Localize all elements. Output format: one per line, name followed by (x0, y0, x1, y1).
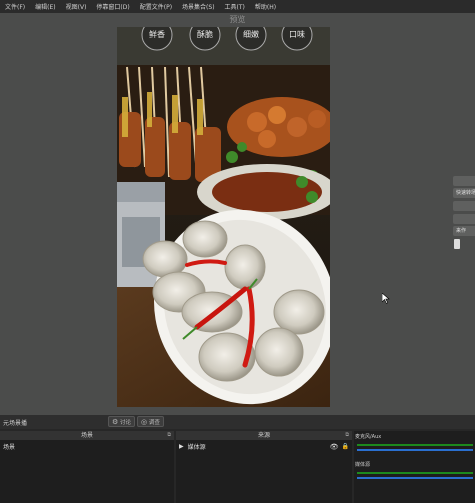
scenes-dock-title: 场景 ⧉ (0, 431, 174, 440)
lock-icon[interactable]: 🔒 (342, 443, 349, 450)
menu-file[interactable]: 文件(F) (0, 2, 30, 11)
mixer-dock: 麦克风/Aux 媒体源 (354, 431, 475, 503)
quick-transition-button[interactable]: 快速转场 (453, 188, 475, 198)
bowl-label-4: 口味 (289, 29, 305, 39)
transition-panel: 快速转场 来作 (453, 176, 475, 256)
source-item[interactable]: ▶ 媒体源 👁 🔒 (176, 440, 352, 453)
bottom-panels: 元场景播 ⚙ 讨论 ◎ 调查 场景 ⧉ 场景 来源 ⧉ ▶ 媒体源 👁 � (0, 415, 475, 503)
scene-item[interactable]: 场景 (0, 440, 174, 453)
menu-edit[interactable]: 编辑(E) (30, 2, 60, 11)
menu-view[interactable]: 视图(V) (61, 2, 92, 11)
sources-dock-title: 来源 ⧉ (176, 431, 352, 440)
scenes-list[interactable]: 场景 (0, 440, 174, 503)
mixer-track-name: 媒体源 (355, 462, 371, 468)
transition-button-5[interactable]: 来作 (453, 226, 475, 236)
preview-canvas[interactable]: 鲜香 酥脆 细嫩 口味 (117, 27, 330, 407)
sources-dock: 来源 ⧉ ▶ 媒体源 👁 🔒 (176, 431, 352, 503)
mixer-track: 麦克风/Aux (354, 433, 475, 453)
mode-button-1[interactable]: ⚙ 讨论 (108, 416, 136, 427)
play-icon[interactable]: ▶ (179, 443, 184, 450)
volume-meter (357, 472, 473, 474)
menu-scene-collection[interactable]: 场景集合(S) (177, 2, 220, 11)
transition-slider-handle[interactable] (454, 239, 460, 249)
mouse-cursor-icon (382, 293, 390, 304)
mode-bar: 元场景播 ⚙ 讨论 ◎ 调查 (0, 415, 475, 429)
mixer-track: 媒体源 (354, 461, 475, 481)
menu-help[interactable]: 帮助(H) (250, 2, 281, 11)
volume-meter (357, 444, 473, 446)
mode-button-2-label: 调查 (148, 420, 160, 426)
bowl-label-1: 鲜香 (149, 29, 165, 39)
food-photo: 鲜香 酥脆 细嫩 口味 (117, 27, 330, 407)
transition-button-3[interactable] (453, 201, 475, 211)
sources-list[interactable]: ▶ 媒体源 👁 🔒 (176, 440, 352, 503)
menu-tools[interactable]: 工具(T) (220, 2, 250, 11)
mixer-track-name: 麦克风/Aux (355, 434, 382, 440)
mode-button-2[interactable]: ◎ 调查 (137, 416, 164, 427)
bowl-label-2: 酥脆 (197, 29, 213, 39)
scenes-dock-title-label: 场景 (80, 432, 93, 439)
volume-slider[interactable] (357, 449, 473, 451)
volume-slider[interactable] (357, 477, 473, 479)
eye-icon[interactable]: 👁 (330, 443, 339, 451)
transition-button-1[interactable] (453, 176, 475, 186)
bowl-label-3: 细嫩 (243, 29, 259, 39)
menu-bar: 文件(F) 编辑(E) 视图(V) 停靠窗口(D) 配置文件(P) 场景集合(S… (0, 0, 475, 13)
mixer-body: 麦克风/Aux 媒体源 (354, 433, 475, 503)
mode-label: 元场景播 (3, 420, 28, 427)
gear-icon: ⚙ (112, 418, 119, 426)
float-icon[interactable]: ⧉ (167, 431, 171, 440)
scenes-dock: 场景 ⧉ 场景 (0, 431, 174, 503)
float-icon[interactable]: ⧉ (345, 431, 349, 440)
source-name: 媒体源 (187, 444, 206, 451)
circle-icon: ◎ (141, 418, 148, 426)
sources-dock-title-label: 来源 (257, 432, 270, 439)
mode-button-1-label: 讨论 (120, 420, 132, 426)
preview-label: 预览 (229, 15, 246, 24)
menu-profile[interactable]: 配置文件(P) (135, 2, 177, 11)
transition-button-4[interactable] (453, 214, 475, 224)
menu-docks[interactable]: 停靠窗口(D) (91, 2, 134, 11)
